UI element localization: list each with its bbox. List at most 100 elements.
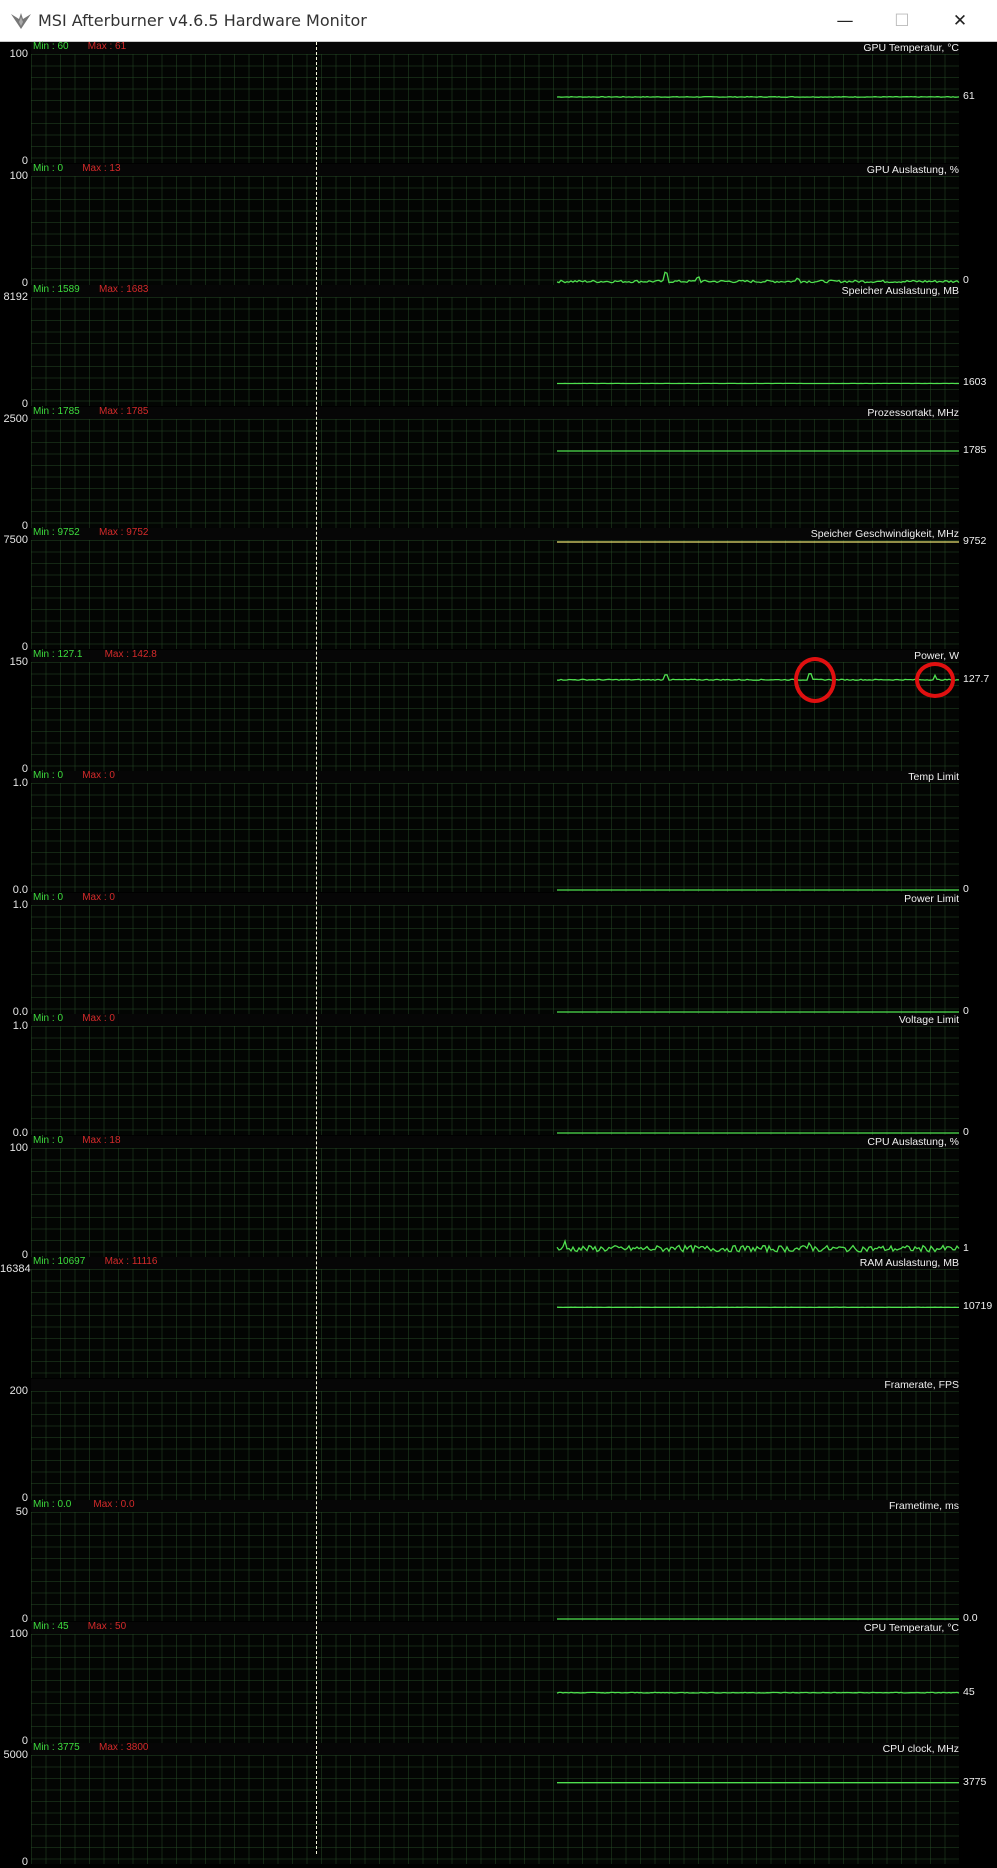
pane-title: Prozessortakt, MHz [867, 407, 959, 419]
pane-header [31, 1743, 959, 1755]
window-title: MSI Afterburner v4.6.5 Hardware Monitor [38, 11, 367, 30]
max-value-label: Max : 18 [82, 1135, 120, 1146]
min-value-label: Min : 0 [33, 770, 63, 781]
close-button[interactable]: ✕ [933, 0, 987, 42]
y-axis-max: 100 [0, 1142, 28, 1154]
graph-pane[interactable]: Min : 0Max : 13GPU Auslastung, %10000 [0, 164, 997, 286]
min-value-label: Min : 1589 [33, 284, 80, 295]
min-value-label: Min : 1785 [33, 406, 80, 417]
graph-pane[interactable]: Min : 45Max : 50CPU Temperatur, °C100045 [0, 1622, 997, 1744]
close-icon: ✕ [953, 11, 967, 31]
current-value: 61 [963, 90, 975, 102]
y-axis-max: 8192 [0, 291, 28, 303]
graph-pane[interactable]: Min : 0Max : 0Power Limit1.00.00 [0, 893, 997, 1015]
y-axis-max: 1.0 [0, 777, 28, 789]
sensor-trace [31, 1148, 959, 1257]
graph-pane[interactable]: Framerate, FPS2000 [0, 1379, 997, 1501]
graph-pane[interactable]: Min : 0Max : 0Temp Limit1.00.00 [0, 771, 997, 893]
y-axis-max: 50 [0, 1506, 28, 1518]
time-cursor-line [316, 42, 317, 1854]
min-value-label: Min : 0 [33, 163, 63, 174]
pane-title: Speicher Geschwindigkeit, MHz [811, 528, 959, 540]
sensor-trace [31, 783, 959, 892]
max-value-label: Max : 3800 [99, 1742, 148, 1753]
sensor-trace [31, 1269, 959, 1378]
max-value-label: Max : 9752 [99, 527, 148, 538]
trace-line [557, 674, 959, 681]
annotation-circle [915, 662, 955, 698]
trace-line [557, 1692, 959, 1693]
min-value-label: Min : 60 [33, 41, 69, 52]
graph-pane[interactable]: Min : 0Max : 0Voltage Limit1.00.00 [0, 1014, 997, 1136]
pane-title: Power, W [914, 650, 959, 662]
pane-title: RAM Auslastung, MB [860, 1257, 959, 1269]
y-axis-max: 2500 [0, 413, 28, 425]
sensor-trace [31, 176, 959, 285]
min-value-label: Min : 0 [33, 1135, 63, 1146]
y-axis-max: 7500 [0, 534, 28, 546]
pane-title: Power Limit [904, 893, 959, 905]
pane-header [31, 285, 959, 297]
y-axis-max: 5000 [0, 1749, 28, 1761]
min-value-label: Min : 127.1 [33, 649, 82, 660]
pane-title: Voltage Limit [899, 1014, 959, 1026]
hardware-monitor-graph[interactable]: Min : 60Max : 61GPU Temperatur, °C100061… [0, 42, 997, 1854]
pane-header [31, 1500, 959, 1512]
y-axis-max: 150 [0, 656, 28, 668]
y-axis-min: 0 [0, 1856, 28, 1868]
max-value-label: Max : 11116 [105, 1256, 158, 1267]
graph-pane[interactable]: Min : 10697Max : 11116RAM Auslastung, MB… [0, 1257, 997, 1379]
pane-header [31, 164, 959, 176]
pane-header [31, 407, 959, 419]
trace-line [557, 272, 959, 282]
y-axis-max: 200 [0, 1385, 28, 1397]
graph-pane[interactable]: Min : 1785Max : 1785Prozessortakt, MHz25… [0, 407, 997, 529]
current-value: 45 [963, 1686, 975, 1698]
pane-title: Frametime, ms [889, 1500, 959, 1512]
pane-title: GPU Auslastung, % [867, 164, 959, 176]
y-axis-max: 16384 [0, 1263, 28, 1275]
current-value: 9752 [963, 535, 986, 547]
pane-header [31, 771, 959, 783]
sensor-trace [31, 540, 959, 649]
pane-header [31, 1379, 959, 1391]
graph-pane[interactable]: Min : 1589Max : 1683Speicher Auslastung,… [0, 285, 997, 407]
current-value: 1 [963, 1242, 969, 1254]
sensor-trace [31, 297, 959, 406]
max-value-label: Max : 0.0 [93, 1499, 134, 1510]
current-value: 3775 [963, 1776, 986, 1788]
graph-pane[interactable]: Min : 60Max : 61GPU Temperatur, °C100061 [0, 42, 997, 164]
y-axis-max: 100 [0, 170, 28, 182]
sensor-trace [31, 54, 959, 163]
pane-grid [31, 1391, 959, 1500]
annotation-circle [794, 657, 836, 703]
min-value-label: Min : 9752 [33, 527, 80, 538]
pane-title: CPU clock, MHz [883, 1743, 959, 1755]
y-axis-max: 1.0 [0, 899, 28, 911]
minimize-icon: — [837, 11, 854, 31]
sensor-trace [31, 1634, 959, 1743]
graph-pane[interactable]: Min : 0Max : 18CPU Auslastung, %10001 [0, 1136, 997, 1258]
sensor-trace [31, 905, 959, 1014]
pane-title: CPU Temperatur, °C [864, 1622, 959, 1634]
trace-line [557, 1241, 959, 1252]
pane-header [31, 1014, 959, 1026]
min-value-label: Min : 45 [33, 1621, 69, 1632]
min-value-label: Min : 0.0 [33, 1499, 71, 1510]
min-value-label: Min : 0 [33, 892, 63, 903]
max-value-label: Max : 61 [88, 41, 126, 52]
maximize-button[interactable]: ☐ [875, 0, 929, 42]
graph-pane[interactable]: Min : 127.1Max : 142.8Power, W1500127.7 [0, 650, 997, 772]
current-value: 10719 [963, 1300, 992, 1312]
max-value-label: Max : 13 [82, 163, 120, 174]
graph-pane[interactable]: Min : 0.0Max : 0.0Frametime, ms5000.0 [0, 1500, 997, 1622]
title-bar[interactable]: MSI Afterburner v4.6.5 Hardware Monitor … [0, 0, 997, 42]
graph-pane[interactable]: Min : 3775Max : 3800CPU clock, MHz500003… [0, 1743, 997, 1865]
max-value-label: Max : 50 [88, 1621, 126, 1632]
sensor-trace [31, 1755, 959, 1864]
max-value-label: Max : 0 [82, 892, 115, 903]
minimize-button[interactable]: — [818, 0, 872, 42]
trace-line [557, 97, 959, 98]
graph-pane[interactable]: Min : 9752 Max : 9752 Speicher Geschwindig… [0, 528, 997, 650]
min-value-label: Min : 0 [33, 1013, 63, 1024]
